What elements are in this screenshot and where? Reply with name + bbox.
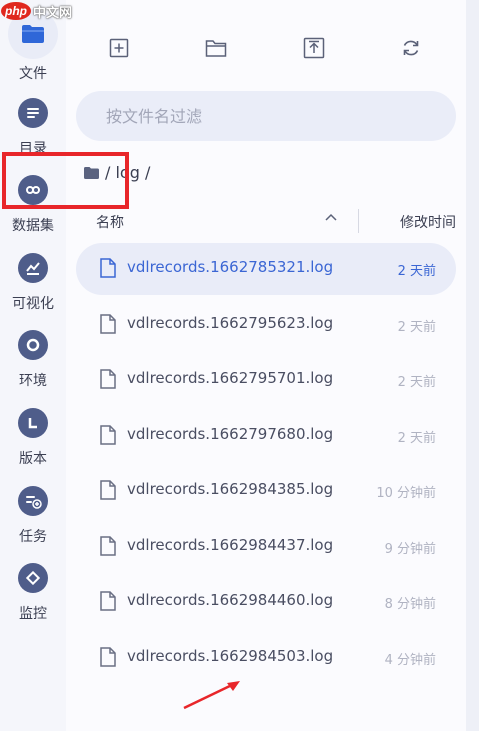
add-file-icon	[109, 38, 129, 58]
file-row[interactable]: vdlrecords.1662795623.log 2 天前	[76, 299, 456, 351]
refresh-button[interactable]	[399, 36, 423, 60]
file-modified-time: 4 分钟前	[384, 653, 436, 668]
sidebar-item-label: 可视化	[12, 296, 54, 312]
watermark-text: 中文网	[33, 5, 73, 21]
monitor-icon	[18, 563, 48, 593]
file-row[interactable]: vdlrecords.1662984503.log 4 分钟前	[76, 632, 456, 684]
file-name: vdlrecords.1662984385.log	[127, 480, 334, 498]
sidebar-item-label: 任务	[19, 529, 47, 545]
file-name: vdlrecords.1662984503.log	[127, 647, 334, 665]
file-icon	[100, 480, 116, 500]
file-name: vdlrecords.1662984460.log	[127, 591, 334, 609]
sidebar-item-visualization[interactable]: 可视化	[0, 253, 66, 313]
sidebar-item-label: 监控	[19, 606, 47, 622]
file-name: vdlrecords.1662797680.log	[127, 425, 334, 443]
column-modified-header[interactable]: 修改时间	[400, 212, 456, 232]
file-modified-time: 2 天前	[397, 375, 436, 390]
filter-field[interactable]	[76, 91, 456, 141]
file-modified-time: 9 分钟前	[384, 542, 436, 557]
sidebar-item-label: 环境	[19, 373, 47, 389]
file-row[interactable]: vdlrecords.1662797680.log 2 天前	[76, 410, 456, 462]
task-icon	[18, 486, 48, 516]
file-icon	[100, 591, 116, 611]
column-divider	[358, 209, 359, 233]
sidebar-item-label: 数据集	[12, 218, 54, 234]
file-name: vdlrecords.1662795701.log	[127, 369, 334, 387]
file-icon	[100, 369, 116, 389]
list-header: 名称 修改时间	[76, 206, 456, 236]
file-name: vdlrecords.1662984437.log	[127, 536, 334, 554]
file-icon	[100, 258, 116, 278]
watermark: php 中文网	[0, 0, 72, 22]
sidebar-item-monitor[interactable]: 监控	[0, 563, 66, 623]
sidebar: 文件 目录 数据集 可视化 环境 版本 任务 监控	[0, 0, 66, 731]
sidebar-item-environment[interactable]: 环境	[0, 330, 66, 390]
file-modified-time: 8 分钟前	[384, 597, 436, 612]
file-row[interactable]: vdlrecords.1662785321.log 2 天前	[76, 243, 456, 295]
new-folder-button[interactable]	[204, 36, 228, 60]
refresh-icon	[403, 40, 419, 56]
file-modified-time: 2 天前	[397, 320, 436, 335]
sidebar-item-version[interactable]: 版本	[0, 408, 66, 468]
list-icon	[18, 98, 48, 128]
sidebar-item-label: 文件	[19, 66, 47, 82]
filter-input[interactable]	[106, 106, 426, 126]
upload-button[interactable]	[302, 36, 326, 60]
file-modified-time: 10 分钟前	[376, 486, 436, 501]
file-icon	[100, 425, 116, 445]
file-row[interactable]: vdlrecords.1662984385.log 10 分钟前	[76, 465, 456, 517]
chart-icon	[18, 253, 48, 283]
file-name: vdlrecords.1662785321.log	[127, 258, 334, 276]
file-name: vdlrecords.1662795623.log	[127, 314, 334, 332]
file-row[interactable]: vdlrecords.1662795701.log 2 天前	[76, 354, 456, 406]
upload-icon	[303, 37, 325, 59]
sidebar-item-catalog[interactable]: 目录	[0, 98, 66, 158]
file-panel: / log / 名称 修改时间 vdlrecords.1662785321.lo…	[66, 0, 466, 731]
file-icon	[100, 536, 116, 556]
file-row[interactable]: vdlrecords.1662984437.log 9 分钟前	[76, 521, 456, 573]
toolbar	[66, 36, 466, 62]
file-icon	[100, 314, 116, 334]
column-name-header[interactable]: 名称	[96, 212, 124, 232]
sort-chevron-up-icon[interactable]	[324, 210, 338, 228]
file-modified-time: 2 天前	[397, 431, 436, 446]
version-icon	[18, 408, 48, 438]
file-row[interactable]: vdlrecords.1662984460.log 8 分钟前	[76, 576, 456, 628]
new-file-button[interactable]	[107, 36, 131, 60]
annotation-highlight-box	[2, 152, 129, 209]
folder-outline-icon	[205, 40, 227, 57]
sidebar-item-task[interactable]: 任务	[0, 486, 66, 546]
scroll-track	[466, 0, 479, 731]
watermark-logo: php	[1, 2, 31, 20]
annotation-arrow-icon	[183, 681, 240, 710]
file-modified-time: 2 天前	[397, 264, 436, 279]
sidebar-item-label: 版本	[19, 451, 47, 467]
circle-icon	[18, 330, 48, 360]
file-icon	[100, 647, 116, 667]
